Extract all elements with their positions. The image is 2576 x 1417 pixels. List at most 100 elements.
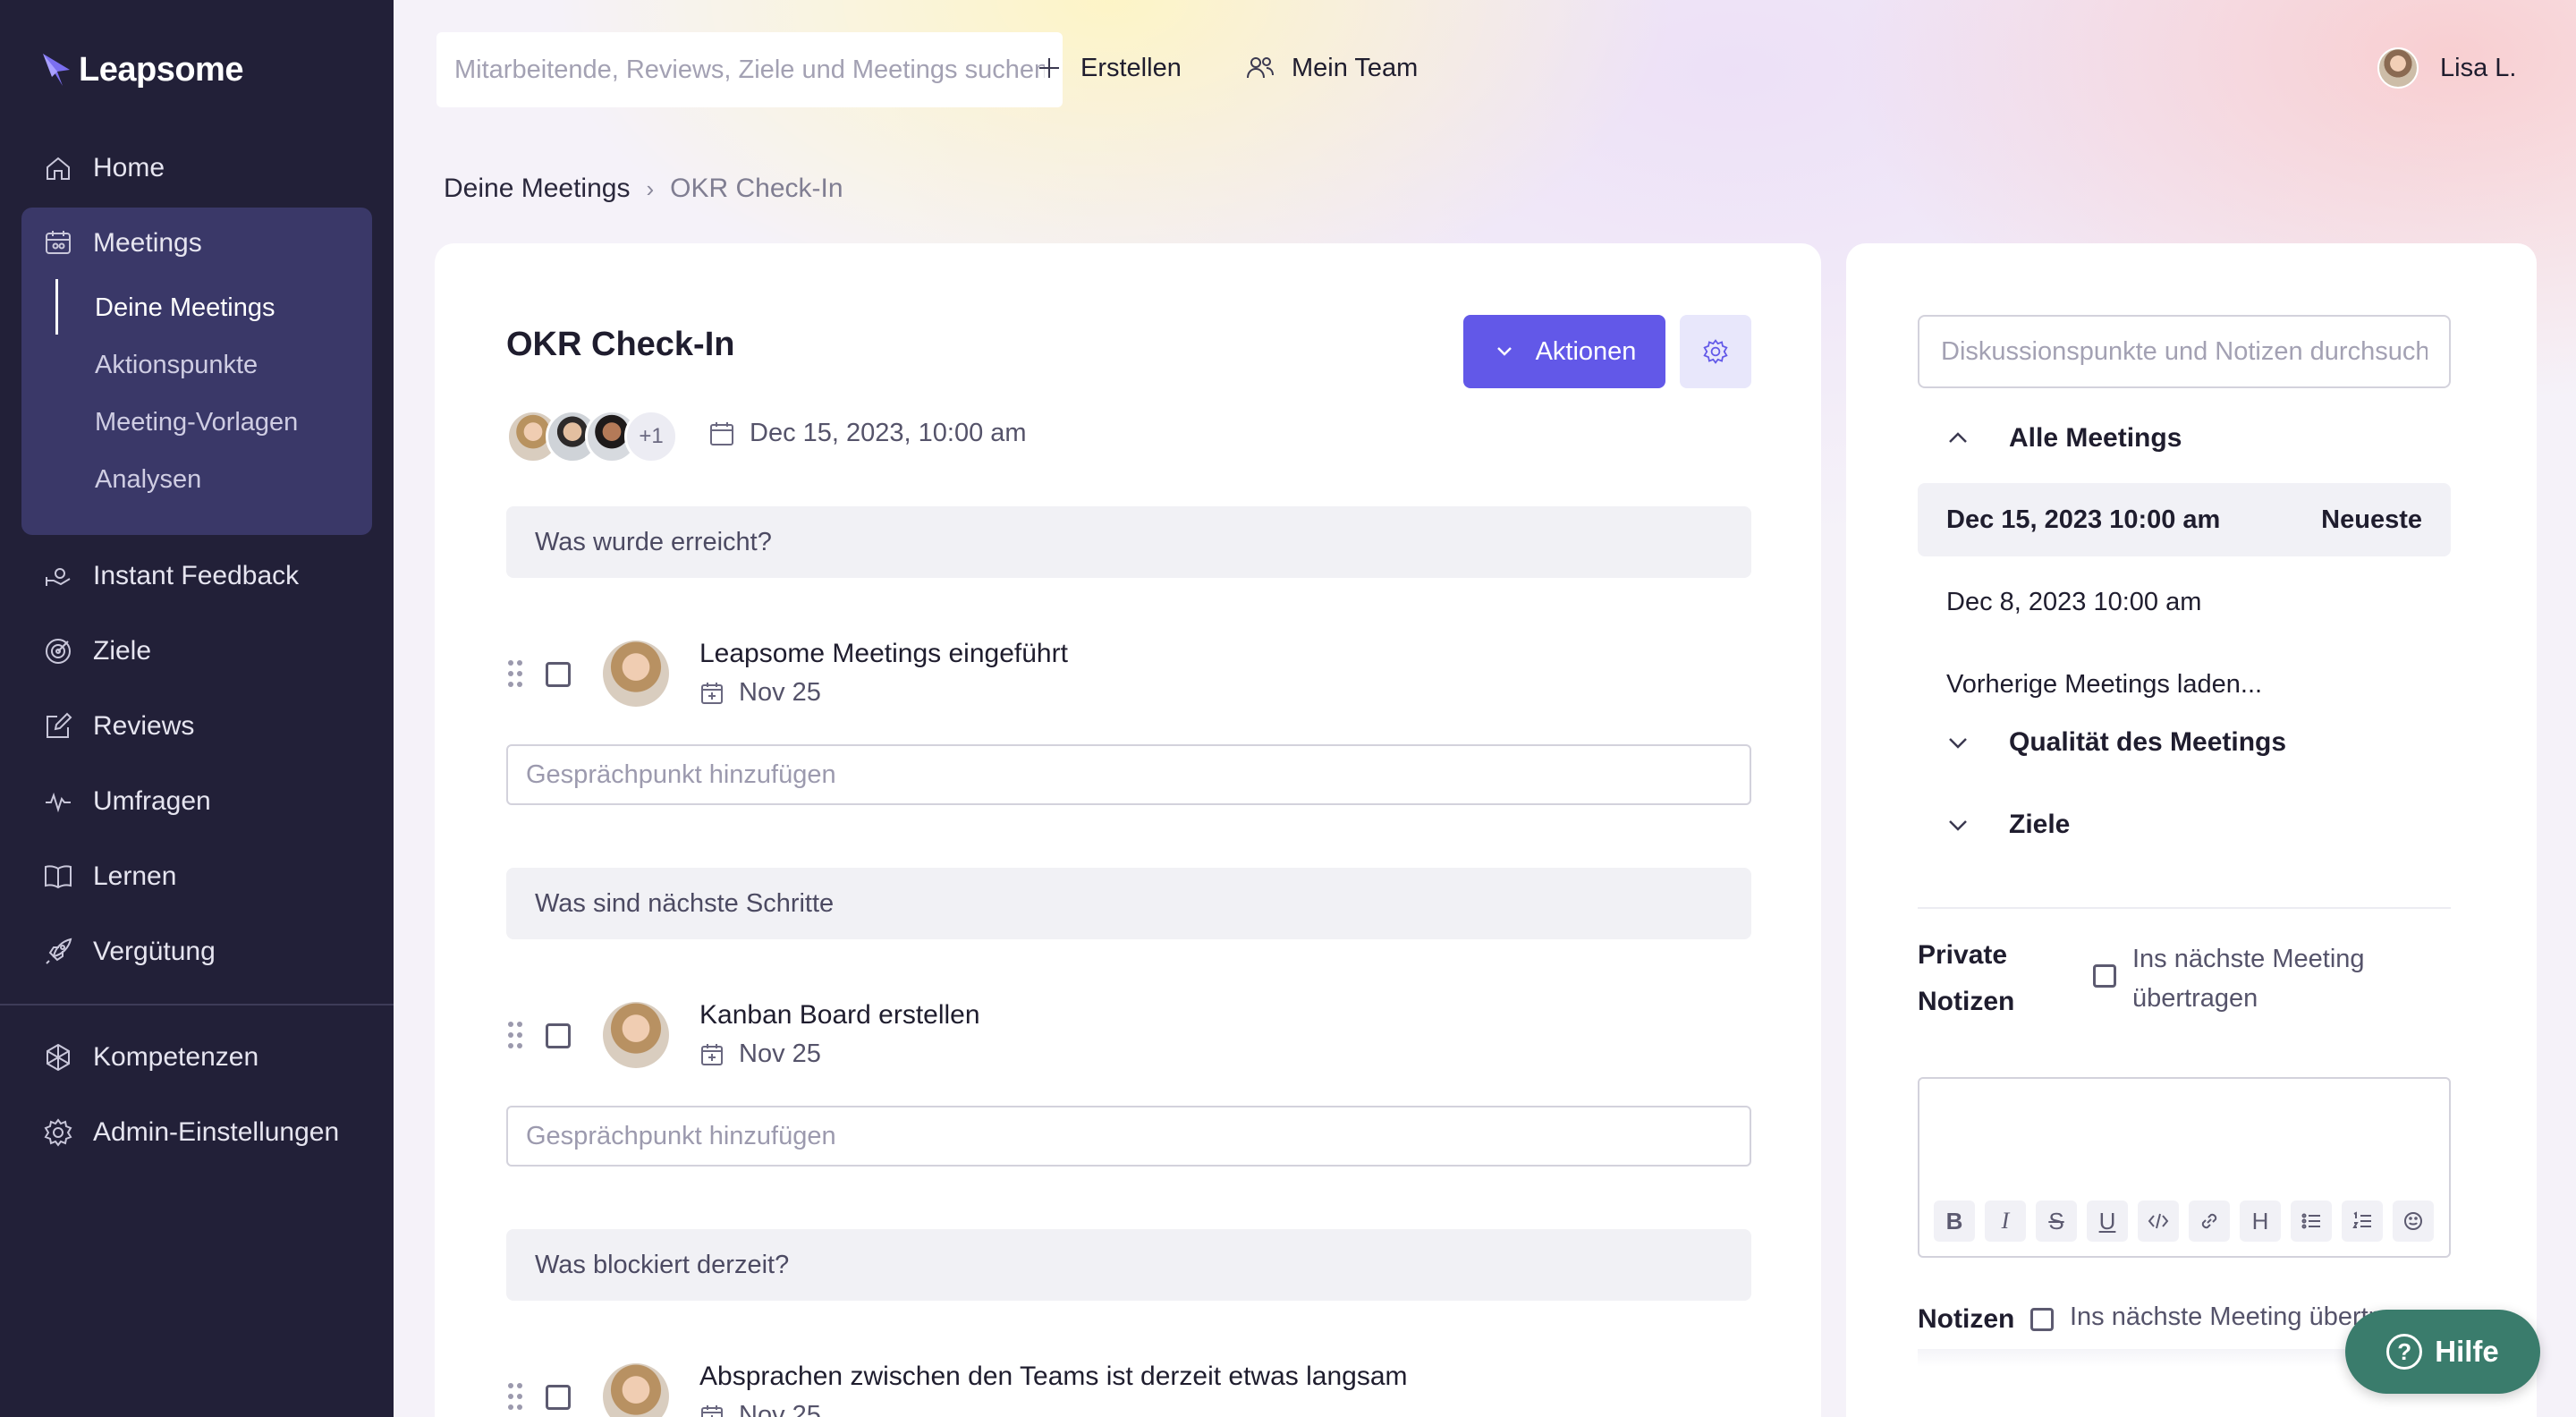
sidebar-subitem-analysen[interactable]: Analysen [95,457,201,502]
sidebar-item-kompetenzen[interactable]: Kompetenzen [43,1031,258,1084]
meeting-history-row[interactable]: Dec 15, 2023 10:00 am Neueste [1918,483,2451,556]
participants[interactable]: +1 [506,410,678,463]
chevron-down-icon [1949,738,1967,749]
sidebar-subitem-deine-meetings[interactable]: Deine Meetings [95,285,275,330]
link-icon[interactable] [2189,1201,2230,1242]
sidebar-item-ziele[interactable]: Ziele [43,624,151,678]
add-talking-point-input[interactable] [506,744,1751,805]
sidebar-item-verguetung[interactable]: Vergütung [43,925,216,979]
sidebar-item-lernen[interactable]: Lernen [43,850,176,904]
talking-point-checkbox[interactable] [546,1023,571,1048]
sidebar: Leapsome Home Meetings Deine Meetings Ak… [0,0,394,1417]
numbered-list-icon[interactable] [2342,1201,2383,1242]
talking-point-checkbox[interactable] [546,1385,571,1410]
talking-point-checkbox[interactable] [546,662,571,687]
sidebar-item-label: Umfragen [93,786,211,816]
talking-point-title[interactable]: Kanban Board erstellen [699,1000,980,1031]
underline-icon[interactable]: U [2087,1201,2128,1242]
breadcrumb-parent[interactable]: Deine Meetings [444,174,630,204]
drag-handle-icon[interactable] [506,1383,524,1413]
help-icon: ? [2386,1334,2423,1370]
heading-icon[interactable]: H [2240,1201,2281,1242]
drag-handle-icon[interactable] [506,660,524,691]
due-date[interactable]: Nov 25 [699,1401,821,1417]
add-talking-point-input[interactable] [506,1106,1751,1167]
notes-search-input[interactable] [1918,315,2451,388]
sidebar-item-umfragen[interactable]: Umfragen [43,775,211,828]
chevron-up-icon [1949,432,1967,443]
strikethrough-icon[interactable]: S [2036,1201,2077,1242]
meeting-quality-toggle[interactable]: Qualität des Meetings [1945,717,2286,768]
sidebar-item-meetings[interactable]: Meetings [43,216,202,270]
breadcrumb: Deine Meetings › OKR Check-In [444,166,843,211]
global-search-input[interactable] [436,32,1063,107]
goals-label: Ziele [2009,810,2071,839]
goals-toggle[interactable]: Ziele [1945,800,2070,850]
help-button[interactable]: ? Hilfe [2345,1310,2540,1394]
pulse-icon [43,786,73,817]
meeting-settings-button[interactable] [1680,315,1751,388]
emoji-icon[interactable] [2393,1201,2434,1242]
sidebar-item-home[interactable]: Home [43,141,165,195]
code-icon[interactable] [2138,1201,2179,1242]
sidebar-subitem-meeting-vorlagen[interactable]: Meeting-Vorlagen [95,400,298,445]
talking-point-title[interactable]: Leapsome Meetings eingeführt [699,639,1068,669]
meetings-icon [43,228,73,259]
sidebar-subitem-aktionspunkte[interactable]: Aktionspunkte [95,343,258,387]
sidebar-item-admin-einstellungen[interactable]: Admin-Einstellungen [43,1106,339,1159]
carry-over-private-label[interactable]: Ins nächste Meeting übertragen [2132,939,2419,1018]
calendar-add-icon [701,682,723,704]
talking-point: Absprachen zwischen den Teams ist derzei… [506,1362,1751,1417]
meeting-quality-label: Qualität des Meetings [2009,727,2287,757]
my-team-button[interactable]: Mein Team [1245,41,1418,95]
competencies-icon [43,1042,73,1073]
talking-point-title[interactable]: Absprachen zwischen den Teams ist derzei… [699,1362,1408,1392]
private-notes-editor[interactable]: B I S U H [1918,1077,2451,1258]
plus-icon [1039,58,1059,78]
latest-badge: Neueste [2321,505,2422,534]
logo[interactable]: Leapsome [39,50,243,89]
feedback-icon [43,561,73,591]
side-panel-content: Alle Meetings Dec 15, 2023 10:00 am Neue… [1846,243,2537,1417]
carry-over-notes-checkbox[interactable] [2030,1308,2054,1331]
rocket-icon [43,937,73,967]
bullet-list-icon[interactable] [2291,1201,2332,1242]
section-heading[interactable]: Was sind nächste Schritte [506,868,1751,939]
book-icon [43,861,73,892]
calendar-add-icon [701,1404,723,1417]
owner-avatar [603,1002,669,1068]
breadcrumb-current: OKR Check-In [670,174,843,203]
all-meetings-toggle[interactable]: Alle Meetings [1945,413,2182,463]
sidebar-item-instant-feedback[interactable]: Instant Feedback [43,549,299,603]
drag-handle-icon[interactable] [506,1022,524,1052]
due-date[interactable]: Nov 25 [699,1039,821,1069]
bold-icon[interactable]: B [1934,1201,1975,1242]
actions-label: Aktionen [1535,336,1637,366]
active-indicator [55,279,58,335]
due-date-text: Nov 25 [739,1401,821,1417]
gear-icon [1703,339,1728,364]
meeting-history-row[interactable]: Dec 8, 2023 10:00 am [1918,565,2451,639]
section-heading[interactable]: Was blockiert derzeit? [506,1229,1751,1301]
sidebar-item-label: Meetings [93,228,202,258]
create-button[interactable]: Erstellen [1034,41,1182,95]
sidebar-item-label: Reviews [93,711,195,741]
carry-over-private-checkbox[interactable] [2093,964,2116,988]
section-heading[interactable]: Was wurde erreicht? [506,506,1751,578]
talking-point: Leapsome Meetings eingeführt Nov 25 [506,639,1751,721]
help-label: Hilfe [2435,1335,2499,1368]
my-team-label: Mein Team [1292,53,1419,82]
actions-button[interactable]: Aktionen [1463,315,1665,388]
target-icon [43,636,73,666]
meeting-date[interactable]: Dec 15, 2023, 10:00 am [708,419,1027,448]
sidebar-item-label: Instant Feedback [93,561,300,590]
due-date[interactable]: Nov 25 [699,678,821,708]
user-menu[interactable]: Lisa L. [2377,41,2516,95]
sidebar-item-label: Lernen [93,861,177,891]
italic-icon[interactable]: I [1985,1201,2026,1242]
due-date-text: Nov 25 [739,678,821,707]
meeting-card: OKR Check-In Aktionen +1 Dec 15, 2023, 1… [435,243,1821,1417]
sidebar-item-reviews[interactable]: Reviews [43,700,194,753]
load-previous-meetings-link[interactable]: Vorherige Meetings laden... [1918,648,2451,721]
logo-text: Leapsome [79,50,243,89]
